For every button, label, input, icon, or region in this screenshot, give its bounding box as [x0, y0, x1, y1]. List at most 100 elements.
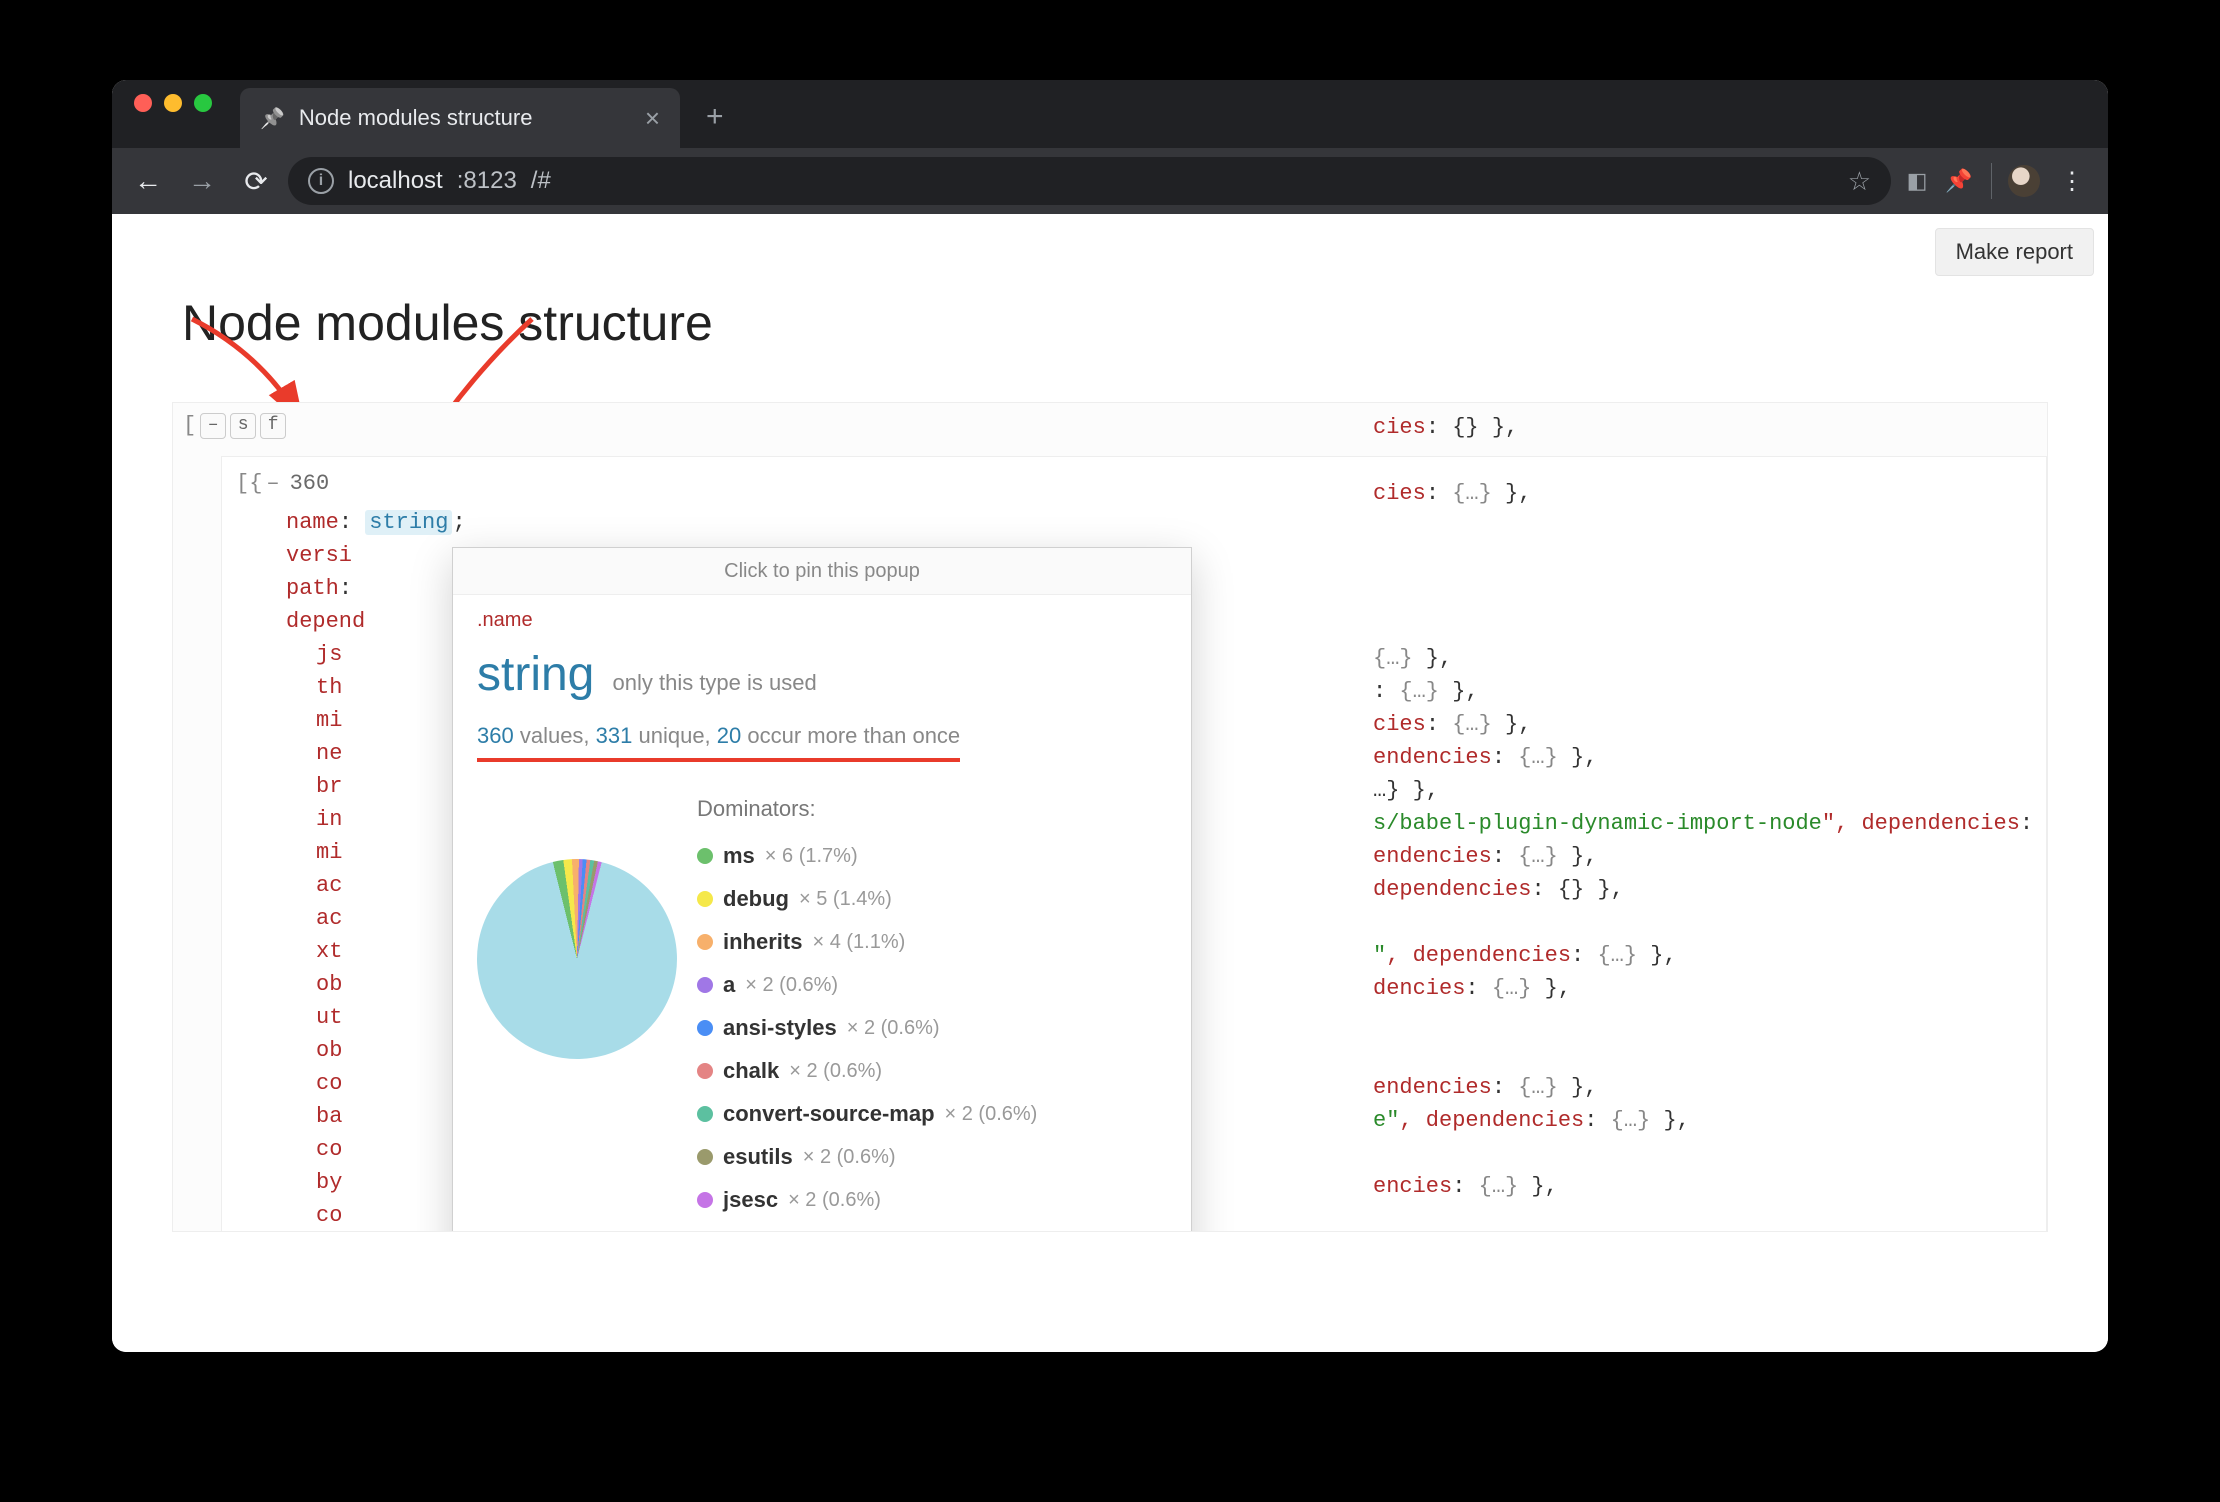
code-line: [1373, 1038, 2048, 1071]
window-close-icon[interactable]: [134, 94, 152, 112]
new-tab-button[interactable]: +: [680, 100, 750, 148]
dominators-heading: Dominators:: [697, 792, 1167, 825]
tab-close-icon[interactable]: ×: [645, 105, 660, 131]
code-line: cies: {…} },: [1373, 477, 2048, 510]
dominator-name: ms: [723, 839, 755, 872]
collapse-toggle[interactable]: –: [200, 413, 226, 439]
browser-window: 📌 Node modules structure × + ← → ⟳ i loc…: [112, 80, 2108, 1352]
dominator-item[interactable]: a × 2 (0.6%): [697, 968, 1037, 1001]
site-info-icon[interactable]: i: [308, 168, 334, 194]
dominator-meta: × 333 (92.5%): [751, 1228, 877, 1233]
code-line: [1373, 543, 2048, 576]
dominator-name: chalk: [723, 1054, 779, 1087]
type-stats-popup: Click to pin this popup .name string onl…: [452, 547, 1192, 1232]
dominator-item[interactable]: ms × 6 (1.7%): [697, 839, 1037, 872]
popup-pin-hint[interactable]: Click to pin this popup: [453, 548, 1191, 595]
code-line: …} },: [1373, 774, 2048, 807]
code-line: dencies: {…} },: [1373, 972, 2048, 1005]
dominator-name: a: [723, 968, 735, 1001]
dominator-item[interactable]: ansi-styles × 2 (0.6%): [697, 1011, 1037, 1044]
code-line: s/babel-plugin-dynamic-import-node", dep…: [1373, 807, 2048, 840]
code-line: encies: {…} },: [1373, 1170, 2048, 1203]
toolbar-divider: [1991, 163, 1992, 199]
code-line: endencies: {…} },: [1373, 840, 2048, 873]
code-line: cies: {} },: [1373, 411, 2048, 444]
inner-collapse-toggle[interactable]: –: [266, 467, 279, 500]
dominator-item[interactable]: jsesc× 2 (0.6%): [697, 1183, 1037, 1216]
dominator-item[interactable]: debug × 5 (1.4%): [697, 882, 1037, 915]
dominators-legend: ms × 6 (1.7%) debug × 5 (1.4%) inherits × 4 (…: [697, 839, 1037, 1232]
window-minimize-icon[interactable]: [164, 94, 182, 112]
code-line: e", dependencies: {…} },: [1373, 1104, 2048, 1137]
dominators-pie-chart: [456, 838, 698, 1080]
legend-dot-icon: [697, 1020, 713, 1036]
dominator-meta: × 5 (1.4%): [799, 884, 892, 914]
make-report-button[interactable]: Make report: [1935, 228, 2094, 276]
dominator-item[interactable]: chalk × 2 (0.6%): [697, 1054, 1037, 1087]
window-controls: [112, 94, 212, 134]
code-line: [1373, 1005, 2048, 1038]
legend-dot-icon: [697, 891, 713, 907]
dominator-name: esutils: [723, 1140, 793, 1173]
inner-open: [{: [236, 467, 262, 500]
dominator-name: ...: [723, 1226, 741, 1232]
dominator-item[interactable]: convert-source-map × 2 (0.6%): [697, 1097, 1037, 1130]
popup-stats: 360 values, 331 unique, 20 occur more th…: [477, 719, 960, 762]
dominator-meta: × 2 (0.6%): [745, 970, 838, 1000]
code-line: [1373, 906, 2048, 939]
popup-type-note: only this type is used: [613, 670, 817, 695]
code-line: endencies: {…} },: [1373, 1071, 2048, 1104]
url-host: localhost: [348, 167, 443, 195]
nav-forward-button[interactable]: →: [180, 159, 224, 203]
dominator-meta: × 2 (0.6%): [847, 1013, 940, 1043]
browser-menu-icon[interactable]: ⋮: [2050, 167, 2094, 196]
url-port: :8123: [457, 167, 517, 195]
extension-pin-icon[interactable]: 📌: [1943, 165, 1975, 197]
code-line: [1373, 1137, 2048, 1170]
titlebar: 📌 Node modules structure × +: [112, 80, 2108, 148]
popup-field-path: .name: [477, 605, 1167, 635]
code-line: {…} },: [1373, 642, 2048, 675]
address-bar[interactable]: i localhost :8123 /# ☆: [288, 157, 1891, 205]
page-title: Node modules structure: [112, 214, 2108, 382]
dominator-name: convert-source-map: [723, 1097, 935, 1130]
dominator-item[interactable]: ... × 333 (92.5%): [697, 1226, 1037, 1232]
background-code: cies: {} }, cies: {…} }, {…} },: {…} },c…: [1373, 411, 2048, 1203]
url-path: /#: [531, 167, 551, 195]
dominator-meta: × 2 (0.6%): [789, 1056, 882, 1086]
dominator-name: inherits: [723, 925, 802, 958]
legend-dot-icon: [697, 848, 713, 864]
mode-f-button[interactable]: f: [260, 413, 286, 439]
bracket-open: [: [183, 409, 196, 442]
tab-title: Node modules structure: [299, 105, 533, 131]
code-line: [1373, 609, 2048, 642]
nav-back-button[interactable]: ←: [126, 159, 170, 203]
profile-avatar[interactable]: [2008, 165, 2040, 197]
window-maximize-icon[interactable]: [194, 94, 212, 112]
popup-type-name: string: [477, 639, 594, 711]
legend-dot-icon: [697, 977, 713, 993]
dominator-name: jsesc: [723, 1183, 778, 1216]
browser-tab[interactable]: 📌 Node modules structure ×: [240, 88, 680, 148]
dominator-name: debug: [723, 882, 789, 915]
legend-dot-icon: [697, 1149, 713, 1165]
bookmark-icon[interactable]: ☆: [1848, 166, 1871, 197]
dominator-meta: × 2 (0.6%): [945, 1099, 1038, 1129]
dominator-item[interactable]: inherits × 4 (1.1%): [697, 925, 1037, 958]
dominator-meta: × 4 (1.1%): [812, 927, 905, 957]
code-line: ", dependencies: {…} },: [1373, 939, 2048, 972]
nav-reload-button[interactable]: ⟳: [234, 159, 278, 203]
dominator-item[interactable]: esutils× 2 (0.6%): [697, 1140, 1037, 1173]
page-content: Make report Node modules structure [ – s…: [112, 214, 2108, 1352]
structure-view: [ – s f [{ – 360 name: string; versi pat…: [172, 402, 2048, 1232]
legend-dot-icon: [697, 1192, 713, 1208]
extension-icon[interactable]: ◧: [1901, 165, 1933, 197]
type-badge[interactable]: string: [365, 510, 452, 535]
dominator-meta: × 6 (1.7%): [765, 841, 858, 871]
dominator-name: ansi-styles: [723, 1011, 837, 1044]
code-line: [1373, 576, 2048, 609]
mode-s-button[interactable]: s: [230, 413, 256, 439]
legend-dot-icon: [697, 1063, 713, 1079]
code-line: [1373, 510, 2048, 543]
legend-dot-icon: [697, 1106, 713, 1122]
